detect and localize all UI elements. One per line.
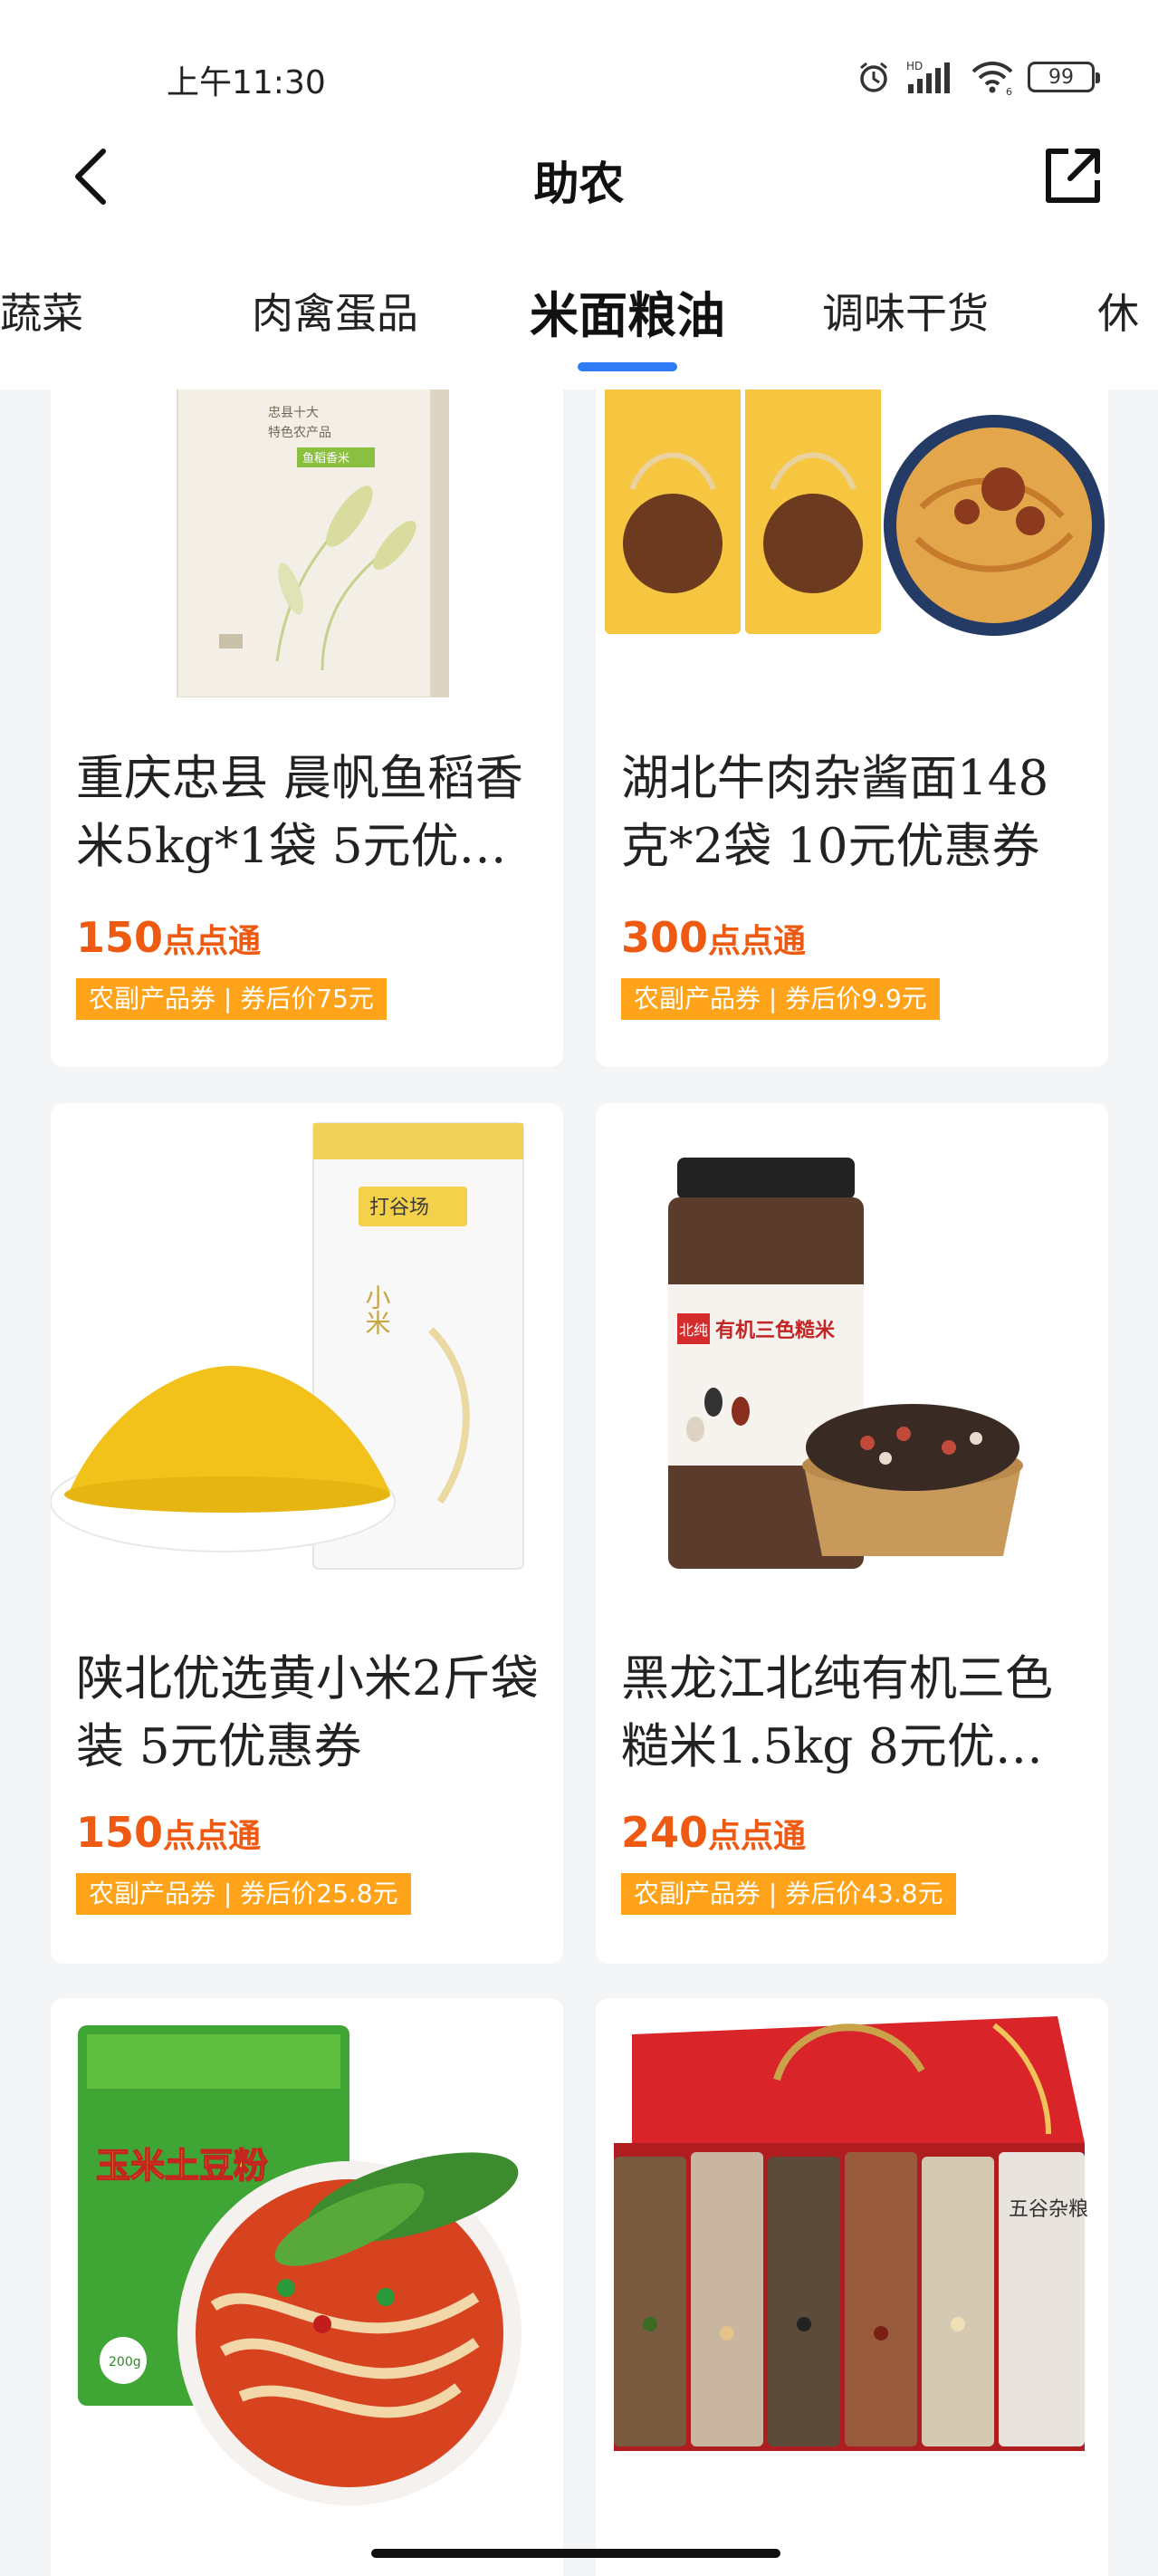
rice-bag-text-2: 特色农产品 <box>268 425 331 440</box>
tab-meat-eggs[interactable]: 肉禽蛋品 <box>252 281 418 341</box>
product-image-millet: 打谷场 小米 <box>51 1122 524 1570</box>
tab-fruit-vegetables[interactable]: 果蔬菜 <box>0 281 83 341</box>
home-indicator[interactable] <box>371 2549 780 2558</box>
product-card[interactable]: 忠县十大 特色农产品 鱼稻香米 重庆忠县 晨帆鱼稻香米5kg*1袋 5元优… 1… <box>51 335 563 1067</box>
signal-icon: HD <box>906 60 950 93</box>
product-name: 重庆忠县 晨帆鱼稻香米5kg*1袋 5元优… <box>76 751 523 874</box>
jar-brand-text: 北纯 <box>679 1322 708 1339</box>
product-card[interactable]: 打谷场 小米 陕北优选黄小米2斤袋装 5元优惠券 150点点通 农副产品券 | … <box>51 1103 563 1964</box>
product-name: 湖北牛肉杂酱面148克*2袋 10元优惠券 <box>621 751 1049 874</box>
alarm-icon <box>860 62 887 92</box>
product-image-corn-potato-noodles: 玉米土豆粉 200g <box>78 2025 522 2505</box>
status-time: 上午11:30 <box>167 64 326 101</box>
price-unit: 点点通 <box>708 923 807 960</box>
product-card[interactable]: 玉米土豆粉 200g <box>51 1998 563 2576</box>
coupon-tag: 农副产品券 | 券后价9.9元 <box>621 978 940 1020</box>
rice-bag-text-1: 忠县十大 <box>268 406 319 420</box>
tab-next-partial[interactable]: 休 <box>1097 281 1139 341</box>
price-unit: 点点通 <box>163 923 262 960</box>
product-card[interactable]: 湖北牛肉杂酱面148克*2袋 10元优惠券 300点点通 农副产品券 | 券后价… <box>596 335 1108 1067</box>
wifi-icon: 6 <box>971 62 1013 95</box>
noodle-pack-text: 玉米土豆粉 <box>96 2146 268 2186</box>
product-image-rice-bag: 忠县十大 特色农产品 鱼稻香米 <box>177 361 449 697</box>
noodle-pack-weight: 200g <box>109 2355 141 2369</box>
price-unit: 点点通 <box>163 1818 262 1855</box>
price-row: 240点点通 <box>621 1808 806 1857</box>
product-image-grain-gift-box: 五谷杂粮 <box>614 2016 1088 2451</box>
active-tab-indicator <box>578 362 677 371</box>
tab-seasoning-dry-goods[interactable]: 调味干货 <box>822 281 989 341</box>
gift-pack-text: 五谷杂粮 <box>1009 2198 1088 2221</box>
rice-bag-text-3: 鱼稻香米 <box>302 451 349 466</box>
price-row: 300点点通 <box>621 913 806 962</box>
top-header: 上午11:30 HD 6 99 助农 蔬菜 肉禽蛋品 米面粮油 调味干货 休 <box>0 0 1158 389</box>
product-card[interactable]: 北纯 有机三色糙米 黑龙江北纯有机三色糙米1.5kg 8元优… 240点点通 农… <box>596 1103 1108 1964</box>
product-card[interactable]: 五谷杂粮 <box>596 1998 1108 2576</box>
product-price: 150 <box>76 1808 164 1857</box>
page-title: 助农 <box>533 158 625 210</box>
millet-brand-text: 打谷场 <box>369 1197 429 1219</box>
share-external-icon <box>1046 149 1100 203</box>
price-row: 150点点通 <box>76 913 261 962</box>
product-name: 陕北优选黄小米2斤袋装 5元优惠券 <box>76 1651 539 1774</box>
product-image-noodle-packs <box>605 362 1105 636</box>
product-price: 300 <box>621 913 709 962</box>
category-tabs: 果蔬菜 肉禽蛋品 米面粮油 调味干货 休 <box>0 272 1158 389</box>
product-image-tricolor-rice-jar: 北纯 有机三色糙米 <box>668 1158 1023 1569</box>
product-name: 黑龙江北纯有机三色糙米1.5kg 8元优… <box>621 1651 1053 1774</box>
battery-icon: 99 <box>1028 62 1100 92</box>
share-button[interactable] <box>1040 143 1105 208</box>
wifi-number: 6 <box>1006 86 1012 95</box>
coupon-tag: 农副产品券 | 券后价25.8元 <box>76 1873 411 1915</box>
price-unit: 点点通 <box>708 1818 807 1855</box>
hd-label: HD <box>906 60 923 72</box>
tab-rice-flour-oil[interactable]: 米面粮油 <box>530 275 725 347</box>
product-price: 240 <box>621 1808 709 1857</box>
millet-product-text: 小米 <box>362 1284 392 1335</box>
product-price: 150 <box>76 913 164 962</box>
jar-product-text: 有机三色糙米 <box>715 1319 836 1342</box>
coupon-tag: 农副产品券 | 券后价75元 <box>76 978 387 1020</box>
status-icons: HD 6 99 <box>856 56 1100 98</box>
price-row: 150点点通 <box>76 1808 261 1857</box>
coupon-tag: 农副产品券 | 券后价43.8元 <box>621 1873 956 1915</box>
